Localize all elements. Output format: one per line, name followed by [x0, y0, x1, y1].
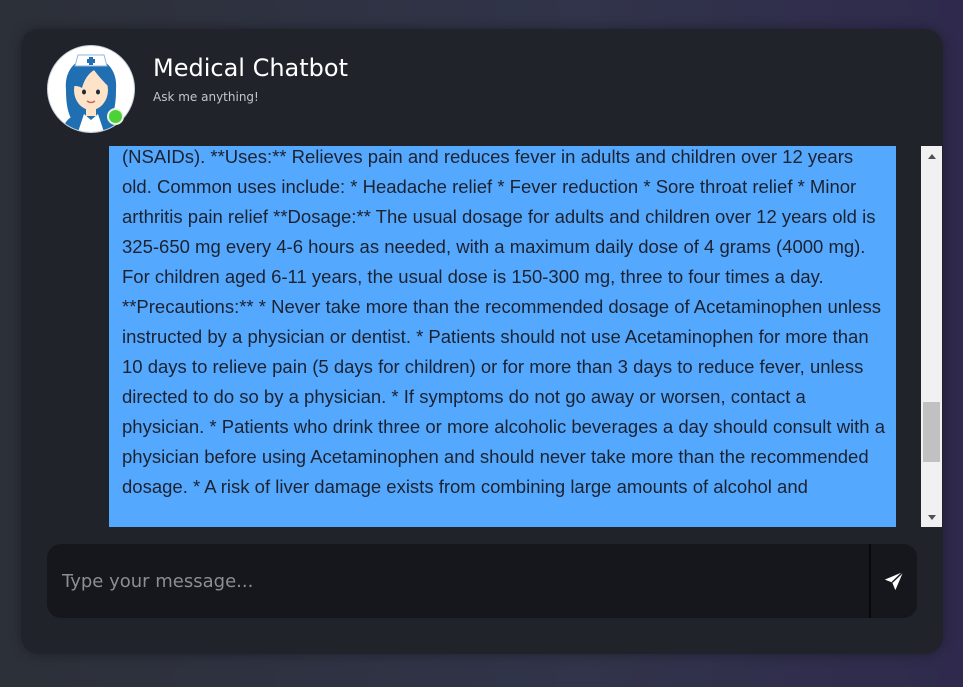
scroll-down-button[interactable]	[921, 507, 942, 527]
chat-header: Medical Chatbot Ask me anything!	[21, 29, 943, 144]
message-input[interactable]	[47, 544, 867, 618]
page-subtitle: Ask me anything!	[153, 90, 259, 104]
arrow-down-icon	[927, 514, 936, 520]
message-scrollbar[interactable]	[921, 146, 942, 527]
message-list[interactable]: (NSAIDs). **Uses:** Relieves pain and re…	[21, 146, 942, 527]
message-composer	[47, 544, 917, 618]
send-icon	[884, 571, 904, 591]
scroll-up-button[interactable]	[921, 146, 942, 166]
online-status-indicator	[107, 108, 124, 125]
arrow-up-icon	[927, 153, 936, 159]
bot-message-text: (NSAIDs). **Uses:** Relieves pain and re…	[122, 146, 886, 497]
page-title: Medical Chatbot	[153, 54, 348, 82]
send-button[interactable]	[869, 544, 917, 618]
chat-window: Medical Chatbot Ask me anything! (NSAIDs…	[21, 29, 943, 654]
bot-message-bubble: (NSAIDs). **Uses:** Relieves pain and re…	[109, 146, 896, 527]
scroll-thumb[interactable]	[923, 402, 940, 462]
